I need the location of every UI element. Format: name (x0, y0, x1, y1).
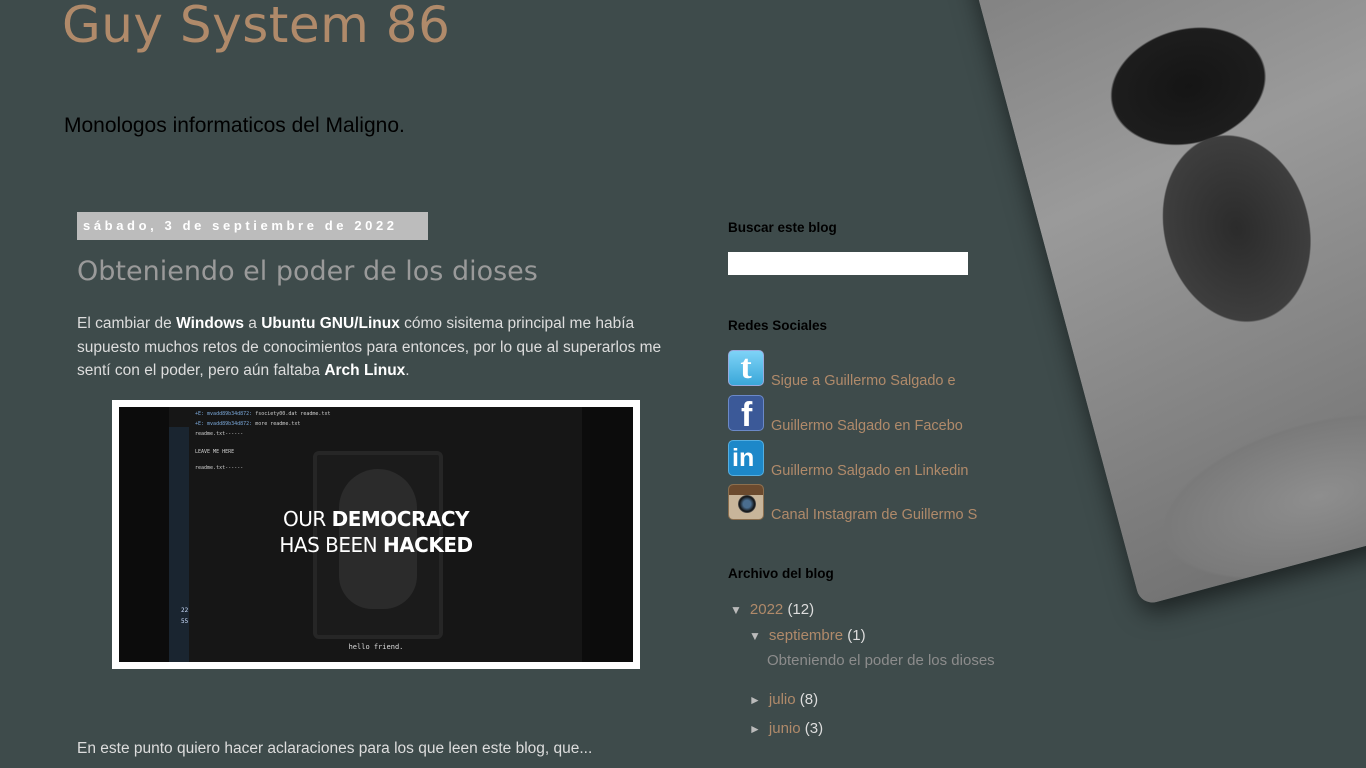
archive-count: (1) (847, 627, 866, 644)
hacked-headline-line-2: HAS BEEN HACKED (279, 533, 473, 557)
terminal-line: +E: mvadd89b34d872: fsociety00.dat readm… (195, 411, 331, 417)
post-body: El cambiar de Windows a Ubuntu GNU/Linux… (77, 312, 677, 383)
social-widget-title: Redes Sociales (728, 318, 828, 333)
expanded-triangle-icon[interactable]: ▼ (749, 629, 761, 643)
archive-month-junio[interactable]: ► junio (3) (749, 720, 823, 737)
terminal-line: readme.txt------ (195, 431, 244, 437)
hello-friend-text: hello friend. (348, 643, 404, 651)
archive-month-septiembre[interactable]: ▼ septiembre (1) (749, 627, 866, 644)
archive-month-julio[interactable]: ► julio (8) (749, 691, 818, 708)
post-image[interactable]: +E: mvadd89b34d872: fsociety00.dat readm… (112, 400, 640, 669)
expanded-triangle-icon[interactable]: ▼ (730, 603, 742, 617)
archive-widget-title: Archivo del blog (728, 566, 834, 581)
terminal-line: readme.txt------ (195, 465, 244, 471)
social-link-label[interactable]: Guillermo Salgado en Facebo (771, 418, 963, 434)
archive-year-2022[interactable]: ▼ 2022 (12) (730, 601, 814, 618)
archive-month-link[interactable]: septiembre (769, 627, 843, 644)
profile-photo (960, 0, 1366, 607)
terminal-line: LEAVE ME HERE (195, 449, 235, 455)
post-date-header: sábado, 3 de septiembre de 2022 (77, 212, 428, 240)
archive-count: (3) (804, 720, 824, 737)
post-title[interactable]: Obteniendo el poder de los dioses (77, 256, 538, 287)
search-widget-title: Buscar este blog (728, 220, 837, 235)
post-excerpt: En este punto quiero hacer aclaraciones … (77, 740, 593, 757)
archive-post-link[interactable]: Obteniendo el poder de los dioses (767, 652, 995, 669)
instagram-icon[interactable] (728, 484, 764, 520)
search-input[interactable] (728, 252, 968, 275)
post-text: El cambiar de (77, 315, 177, 332)
collapsed-triangle-icon[interactable]: ► (749, 693, 761, 707)
facebook-icon[interactable]: f (728, 395, 764, 434)
hacked-screen-image: +E: mvadd89b34d872: fsociety00.dat readm… (119, 407, 633, 662)
post-text-bold: Ubuntu GNU/Linux (261, 315, 400, 332)
social-link-label[interactable]: Canal Instagram de Guillermo S (771, 507, 977, 523)
post-text-bold: Arch Linux (324, 362, 406, 379)
blog-title[interactable]: Guy System 86 (62, 0, 450, 54)
social-link-label[interactable]: Sigue a Guillermo Salgado e (771, 373, 956, 389)
archive-year-link[interactable]: 2022 (750, 601, 783, 618)
hacked-headline-line-1: OUR DEMOCRACY (282, 507, 470, 531)
collapsed-triangle-icon[interactable]: ► (749, 722, 761, 736)
archive-count: (12) (787, 601, 815, 618)
post-text: . (405, 362, 410, 379)
post-text-bold: Windows (176, 315, 244, 332)
terminal-line: +E: mvadd89b34d872: more readme.txt (195, 421, 301, 427)
linkedin-icon[interactable]: in (728, 440, 764, 476)
twitter-icon[interactable]: t (728, 349, 764, 386)
blog-description: Monologos informaticos del Maligno. (64, 114, 405, 137)
side-number: 55 (181, 618, 189, 625)
archive-month-link[interactable]: julio (769, 691, 796, 708)
archive-count: (8) (799, 691, 819, 708)
social-link-label[interactable]: Guillermo Salgado en Linkedin (771, 463, 969, 479)
archive-month-link[interactable]: junio (769, 720, 801, 737)
post-text: a (243, 315, 262, 332)
